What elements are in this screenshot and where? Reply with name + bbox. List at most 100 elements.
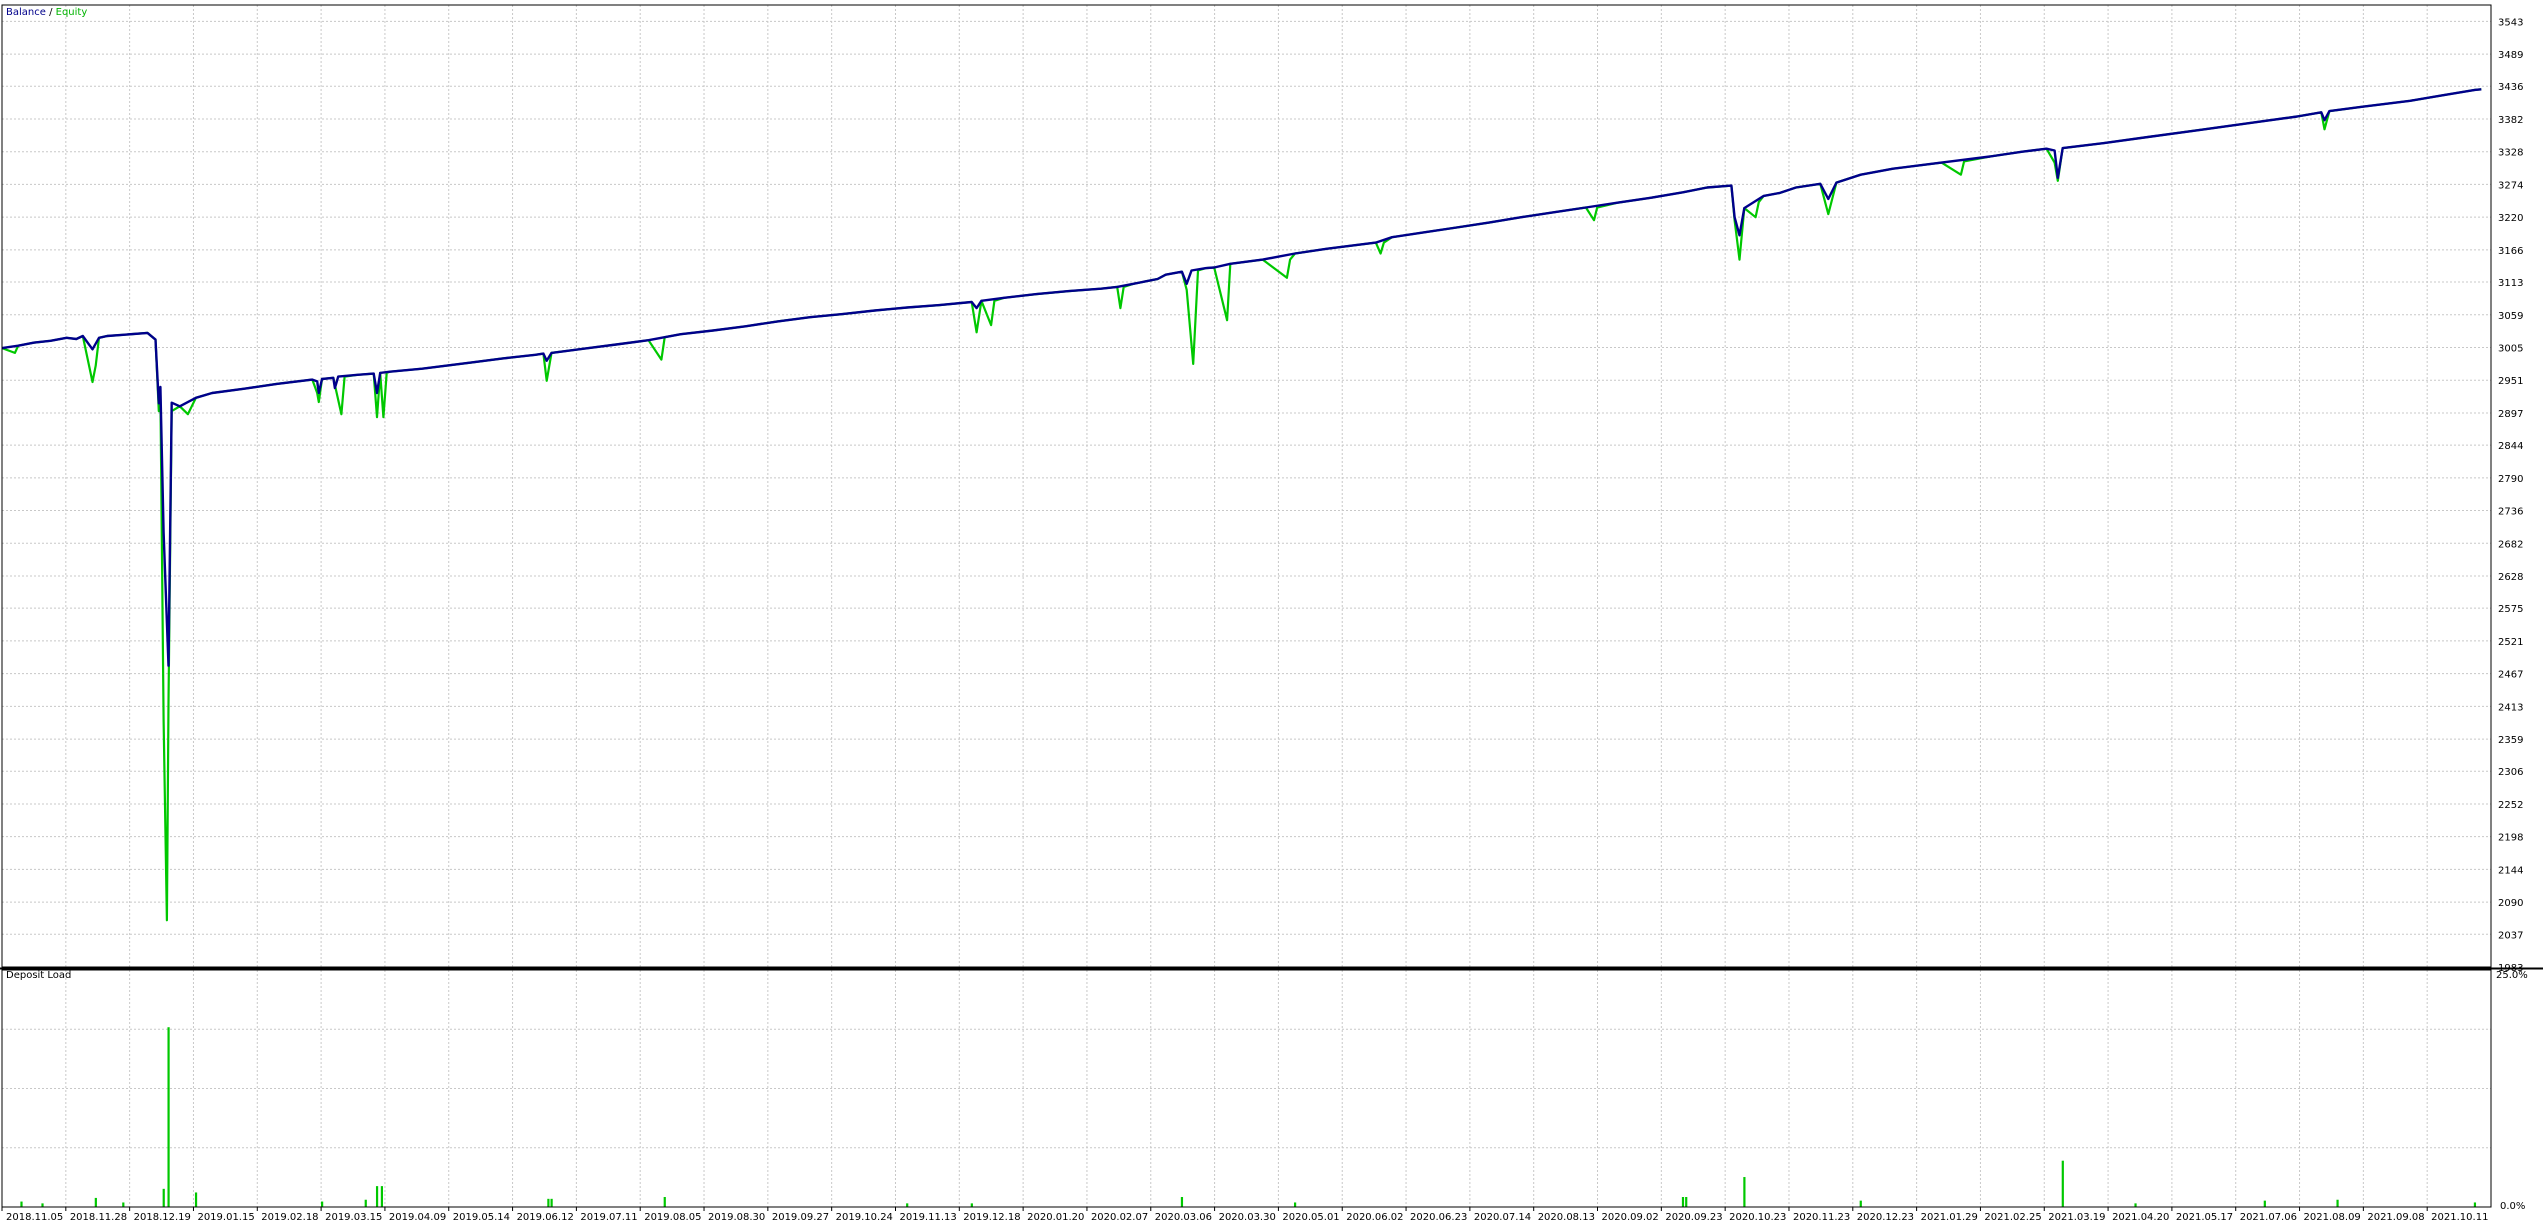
deposit-load-bar (41, 1203, 44, 1207)
y-tick-label: 2790 (2498, 474, 2523, 485)
x-tick-label: 2020.02.07 (1091, 1212, 1148, 1223)
x-tick-label: 2019.09.27 (772, 1212, 829, 1223)
deposit-load-bar (1685, 1197, 1688, 1207)
deposit-load-bar (2336, 1199, 2339, 1207)
x-tick-label: 2019.06.12 (517, 1212, 574, 1223)
x-tick-label: 2021.09.08 (2367, 1212, 2424, 1223)
x-tick-label: 2019.08.05 (644, 1212, 701, 1223)
y-tick-label: 2090 (2498, 898, 2523, 909)
x-tick-label: 2019.12.18 (963, 1212, 1020, 1223)
y-tick-label: 3328 (2498, 148, 2523, 159)
deposit-load-bar (375, 1186, 379, 1207)
x-tick-label: 2021.03.19 (2048, 1212, 2105, 1223)
y-tick-label: 2897 (2498, 409, 2523, 420)
deposit-load-bar (906, 1203, 909, 1207)
legend-separator: / (46, 7, 56, 18)
y-tick-label: 3436 (2498, 82, 2523, 93)
x-tick-label: 2020.06.23 (1410, 1212, 1467, 1223)
y-tick-label: 3274 (2498, 180, 2523, 191)
x-tick-label: 2021.08.09 (2304, 1212, 2361, 1223)
x-tick-label: 2019.08.30 (708, 1212, 765, 1223)
x-tick-label: 2021.10.11 (2431, 1212, 2488, 1223)
y-tick-label: 2736 (2498, 507, 2523, 518)
legend: Balance / Equity (6, 7, 87, 18)
deposit-load-bar (970, 1203, 973, 1207)
deposit-load-bar (1681, 1197, 1685, 1207)
y-tick-label: 3005 (2498, 343, 2523, 354)
y-tick-label: 2306 (2498, 767, 2523, 778)
x-tick-label: 2019.05.14 (453, 1212, 510, 1223)
x-tick-label: 2020.09.02 (1602, 1212, 1659, 1223)
y-tick-label: 2521 (2498, 637, 2523, 648)
sub-y-tick-label: 0.0% (2500, 1201, 2525, 1212)
x-tick-label: 2021.05.17 (2176, 1212, 2233, 1223)
x-tick-label: 2020.03.30 (1219, 1212, 1276, 1223)
deposit-load-bar (2061, 1160, 2064, 1207)
x-tick-label: 2019.01.15 (197, 1212, 254, 1223)
x-tick-label: 2020.01.20 (1027, 1212, 1084, 1223)
deposit-load-bar (321, 1201, 324, 1207)
x-tick-label: 2020.12.23 (1857, 1212, 1914, 1223)
sub-chart-title: Deposit Load (6, 970, 71, 981)
x-tick-label: 2019.04.09 (389, 1212, 446, 1223)
x-tick-label: 2020.08.13 (1538, 1212, 1595, 1223)
y-tick-label: 3382 (2498, 115, 2523, 126)
y-tick-label: 2628 (2498, 572, 2523, 583)
x-tick-label: 2020.10.23 (1729, 1212, 1786, 1223)
y-tick-label: 3489 (2498, 50, 2523, 61)
y-tick-label: 3113 (2498, 278, 2523, 289)
sub-y-tick-label: 25.0% (2496, 970, 2528, 981)
y-tick-label: 2844 (2498, 441, 2523, 452)
deposit-load-bar (122, 1202, 125, 1207)
deposit-load-bar (663, 1197, 666, 1207)
x-tick-label: 2019.11.13 (899, 1212, 956, 1223)
x-tick-label: 2020.03.06 (1155, 1212, 1212, 1223)
x-tick-label: 2018.11.28 (70, 1212, 127, 1223)
y-tick-label: 2037 (2498, 930, 2523, 941)
x-tick-label: 2020.07.14 (1474, 1212, 1531, 1223)
deposit-load-bar (364, 1199, 367, 1207)
deposit-load-bar (2134, 1203, 2137, 1207)
deposit-load-bar (1180, 1197, 1184, 1207)
x-tick-label: 2020.06.02 (1346, 1212, 1403, 1223)
deposit-load-bar (2473, 1202, 2477, 1207)
y-tick-label: 2951 (2498, 376, 2523, 387)
legend-balance: Balance (6, 7, 46, 18)
x-tick-label: 2019.03.15 (325, 1212, 382, 1223)
x-tick-label: 2021.04.20 (2112, 1212, 2169, 1223)
deposit-load-bar (380, 1186, 384, 1207)
x-tick-label: 2019.07.11 (580, 1212, 637, 1223)
deposit-load-bar (1743, 1177, 1746, 1207)
x-tick-label: 2020.05.01 (1282, 1212, 1339, 1223)
deposit-load-bar (194, 1192, 198, 1207)
y-tick-label: 2467 (2498, 670, 2523, 681)
y-tick-label: 2575 (2498, 604, 2523, 615)
deposit-load-bar (167, 1027, 170, 1207)
deposit-load-bar (2263, 1200, 2266, 1207)
x-tick-label: 2021.07.06 (2240, 1212, 2297, 1223)
y-tick-label: 3166 (2498, 246, 2523, 257)
y-tick-label: 3543 (2498, 17, 2523, 28)
y-tick-label: 2682 (2498, 539, 2523, 550)
y-tick-label: 3220 (2498, 213, 2523, 224)
x-tick-label: 2020.11.23 (1793, 1212, 1850, 1223)
deposit-load-bar (1859, 1200, 1862, 1207)
deposit-load-bar (547, 1198, 550, 1207)
y-tick-label: 2144 (2498, 865, 2523, 876)
x-tick-label: 2018.11.05 (6, 1212, 63, 1223)
y-tick-label: 3059 (2498, 311, 2523, 322)
x-tick-label: 2019.10.24 (836, 1212, 893, 1223)
chart-background (0, 0, 2543, 1226)
y-tick-label: 2252 (2498, 800, 2523, 811)
x-tick-label: 2019.02.18 (261, 1212, 318, 1223)
legend-equity: Equity (56, 7, 88, 18)
deposit-load-bar (550, 1198, 553, 1207)
y-tick-label: 2359 (2498, 735, 2523, 746)
x-tick-label: 2018.12.19 (134, 1212, 191, 1223)
x-tick-label: 2021.01.29 (1921, 1212, 1978, 1223)
x-tick-label: 2020.09.23 (1665, 1212, 1722, 1223)
balance-equity-chart: 3543 3489 3436 3382 3328 3274 3220 3166 3113 3059… (0, 0, 2543, 1226)
y-tick-label: 2413 (2498, 702, 2523, 713)
deposit-load-bar (20, 1201, 23, 1207)
deposit-load-bar (94, 1197, 97, 1207)
